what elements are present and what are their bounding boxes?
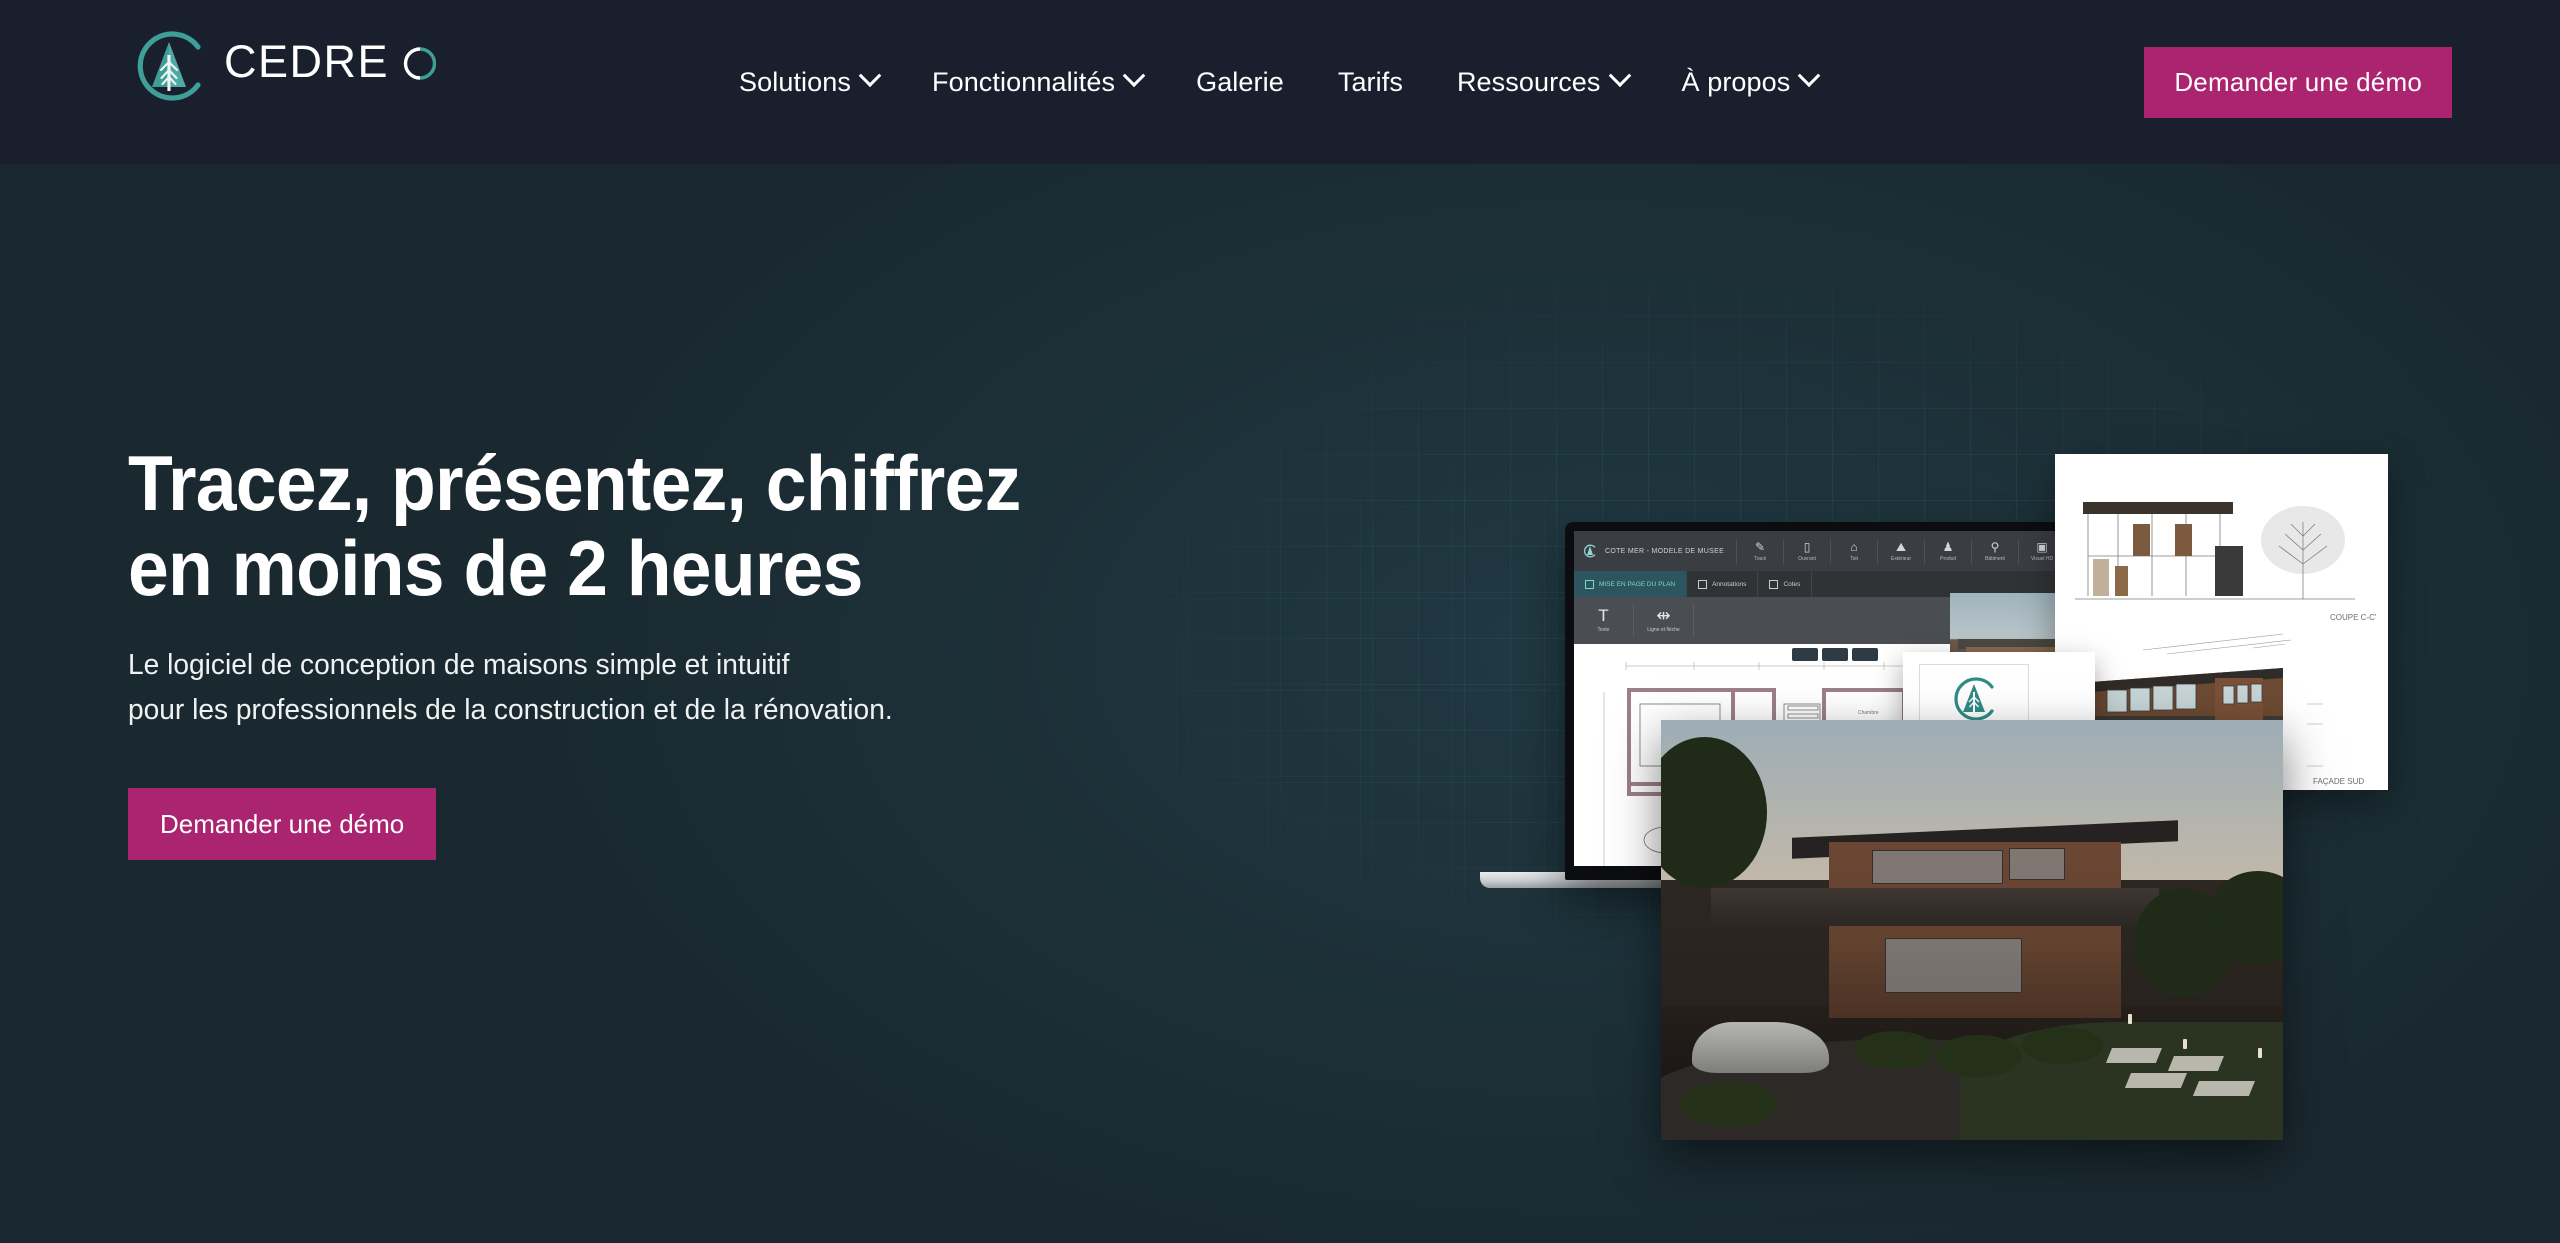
app-tool-ouvrant[interactable]: ▯ Ouvrant (1783, 538, 1830, 564)
render-paver-4 (2192, 1081, 2255, 1096)
nav-label: À propos (1681, 66, 1791, 97)
main-navigation: Solutions Fonctionnalités Galerie Tarifs… (712, 0, 1844, 164)
hero-copy: Tracez, présentez, chiffrez en moins de … (128, 439, 1308, 861)
tool-label: Visuel HD (2030, 555, 2054, 562)
render-bush-2 (1934, 1035, 2022, 1077)
nav-label: Tarifs (1337, 66, 1403, 97)
tab-label: Cotes (1783, 580, 1801, 588)
door-icon: ▯ (1803, 539, 1811, 554)
furniture-icon: ♟ (1942, 539, 1954, 554)
render-window-upper-left (1872, 850, 2004, 884)
plan-tool-2[interactable] (1822, 648, 1848, 661)
chevron-down-icon (1122, 64, 1146, 88)
ribbon-label: Texte (1597, 627, 1610, 633)
render-bush-3 (2021, 1026, 2103, 1065)
app-project-title: COTE MER - MODELE DE MUSEE (1605, 547, 1725, 555)
tab-mise-en-page[interactable]: MISE EN PAGE DU PLAN (1574, 571, 1688, 597)
app-tool-batiment[interactable]: ⚲ Bâtiment (1971, 538, 2018, 564)
hero-product-visual: COTE MER - MODELE DE MUSEE ✎ Tracé ▯ Ouv… (1480, 354, 2540, 1140)
render-window-lower (1884, 938, 2022, 993)
nav-label: Fonctionnalités (931, 66, 1116, 97)
ribbon-text-tool[interactable]: T Texte (1574, 604, 1634, 637)
ribbon-line-arrow-tool[interactable]: ⇹ Ligne et flèche (1634, 604, 1694, 637)
app-tool-toit[interactable]: ⌂ Toit (1830, 538, 1877, 564)
page-layout-icon (1585, 579, 1594, 589)
tool-label: Bâtiment (1985, 555, 2005, 562)
render-garden-light-3 (2258, 1047, 2263, 1058)
tool-label: Extérieur (1891, 555, 1912, 562)
nav-label: Ressources (1456, 66, 1601, 97)
render-paver-2 (2168, 1056, 2224, 1071)
facade-label-text: FAÇADE SUD (2313, 777, 2364, 786)
page-title: Tracez, présentez, chiffrez en moins de … (128, 439, 1237, 613)
render-paver-1 (2105, 1047, 2162, 1063)
tool-label: Toit (1850, 555, 1858, 562)
cedreo-tree-logo-icon (128, 25, 210, 107)
app-tool-trace[interactable]: ✎ Tracé (1736, 538, 1783, 564)
hero-subtitle-line-1: Le logiciel de conception de maisons sim… (128, 649, 790, 682)
app-toolbar: COTE MER - MODELE DE MUSEE ✎ Tracé ▯ Ouv… (1574, 531, 2096, 571)
render-bush-1 (1853, 1030, 1935, 1069)
tool-label: Ouvrant (1798, 555, 1816, 562)
hero-title-line-1: Tracez, présentez, chiffrez (128, 439, 1021, 527)
site-header: CEDRE Solutions Fonctionnalités Galerie … (0, 0, 2560, 164)
tab-label: Annotations (1712, 580, 1747, 588)
hero-section: Tracez, présentez, chiffrez en moins de … (0, 164, 2560, 1243)
camera-icon: ▣ (2036, 539, 2048, 554)
plan-tool-3[interactable] (1852, 648, 1878, 661)
render-balcony (1710, 888, 2159, 926)
nav-label: Solutions (739, 66, 851, 97)
chevron-down-icon (858, 64, 882, 88)
brand-wordmark: CEDRE (224, 36, 437, 94)
nav-item-tarifs[interactable]: Tarifs (1311, 57, 1430, 108)
render-car (1692, 1022, 1829, 1073)
render-garden-light-1 (2127, 1014, 2132, 1024)
render-garden-light-2 (2183, 1039, 2188, 1050)
tool-label: Produit (1940, 555, 1956, 562)
nav-item-a-propos[interactable]: À propos (1655, 57, 1845, 108)
hero-title-line-2: en moins de 2 heures (128, 524, 863, 613)
brand-logo[interactable]: CEDRE (128, 25, 437, 107)
render-window-upper-right (2009, 848, 2066, 880)
nav-item-fonctionnalites[interactable]: Fonctionnalités (905, 57, 1169, 108)
app-tool-exterieur[interactable]: ⛰ Extérieur (1877, 538, 1924, 564)
ribbon-label: Ligne et flèche (1647, 627, 1680, 633)
chevron-down-icon (1798, 64, 1821, 88)
tab-annotations[interactable]: Annotations (1687, 571, 1759, 597)
tab-label: MISE EN PAGE DU PLAN (1599, 580, 1676, 588)
tool-label: Tracé (1753, 555, 1767, 562)
roof-icon: ⌂ (1850, 539, 1858, 554)
nav-item-galerie[interactable]: Galerie (1169, 57, 1311, 108)
section-label-text: COUPE C-C' (2330, 613, 2377, 622)
svg-text:Chambre: Chambre (1858, 710, 1879, 716)
nav-item-solutions[interactable]: Solutions (712, 57, 905, 108)
chevron-down-icon (1608, 64, 1631, 88)
pencil-icon: ✎ (1755, 539, 1766, 554)
hero-subtitle-line-2: pour les professionnels de la constructi… (128, 693, 893, 726)
render-3d-photo (1661, 720, 2283, 1140)
annotation-icon (1698, 579, 1708, 589)
tab-cotes[interactable]: Cotes (1758, 571, 1813, 597)
app-tool-produit[interactable]: ♟ Produit (1924, 538, 1971, 564)
render-paver-3 (2124, 1072, 2187, 1088)
dimension-icon (1769, 579, 1779, 589)
plan-tool-1[interactable] (1792, 648, 1818, 661)
building-icon: ⚲ (1990, 539, 2000, 554)
nav-item-ressources[interactable]: Ressources (1430, 57, 1655, 108)
hero-demo-button[interactable]: Demander une démo (128, 788, 437, 861)
nav-label: Galerie (1196, 66, 1284, 97)
arrow-line-icon: ⇹ (1656, 606, 1671, 625)
header-demo-button[interactable]: Demander une démo (2144, 47, 2452, 118)
app-tool-group: ✎ Tracé ▯ Ouvrant ⌂ Toit ⛰ Extérieur ♟ P… (1736, 538, 2096, 564)
plan-float-toolbar[interactable] (1792, 648, 1878, 661)
svg-text:CEDRE: CEDRE (224, 39, 389, 87)
app-cedreo-logo-icon (1582, 543, 1598, 559)
terrain-icon: ⛰ (1896, 539, 1907, 554)
text-icon: T (1598, 606, 1609, 625)
hero-subtitle: Le logiciel de conception de maisons sim… (128, 643, 1273, 732)
